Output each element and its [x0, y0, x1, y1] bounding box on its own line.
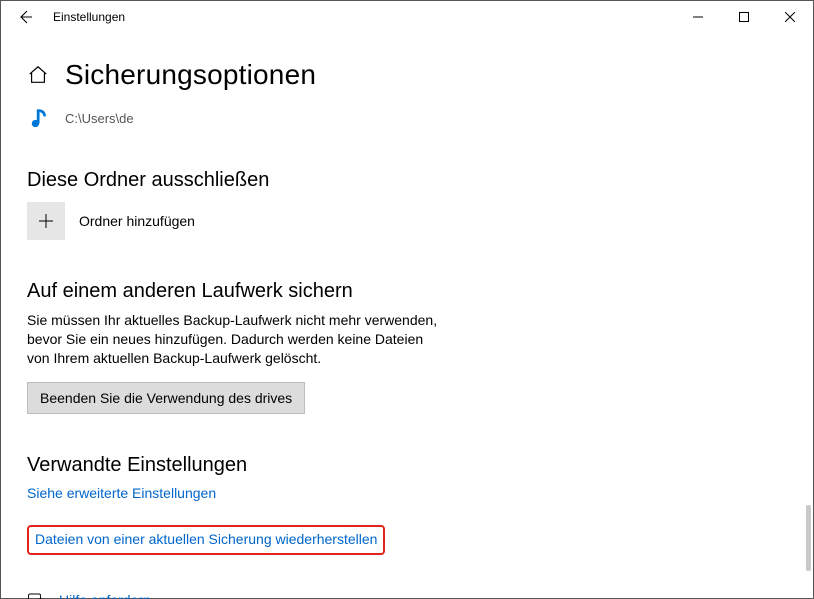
other-drive-desc: Sie müssen Ihr aktuelles Backup-Laufwerk…: [27, 311, 447, 368]
music-note-icon: [29, 107, 51, 129]
add-folder-label: Ordner hinzufügen: [79, 213, 195, 229]
advanced-settings-link[interactable]: Siehe erweiterte Einstellungen: [27, 485, 216, 501]
scrollbar-thumb[interactable]: [806, 505, 811, 571]
other-drive-heading: Auf einem anderen Laufwerk sichern: [27, 280, 787, 303]
arrow-left-icon: [17, 9, 33, 25]
maximize-icon: [739, 12, 749, 22]
minimize-icon: [693, 12, 703, 22]
stop-using-drive-button[interactable]: Beenden Sie die Verwendung des drives: [27, 382, 305, 414]
chat-icon: [27, 591, 45, 599]
minimize-button[interactable]: [675, 1, 721, 33]
close-icon: [785, 12, 795, 22]
window-title: Einstellungen: [49, 10, 125, 24]
home-icon[interactable]: [27, 64, 49, 86]
help-link[interactable]: Hilfe anfordern: [59, 592, 151, 599]
related-heading: Verwandte Einstellungen: [27, 454, 787, 477]
backup-path: C:\Users\de: [65, 111, 134, 126]
page-title: Sicherungsoptionen: [65, 59, 316, 91]
restore-highlight-box: Dateien von einer aktuellen Sicherung wi…: [27, 525, 385, 555]
add-folder-button[interactable]: Ordner hinzufügen: [27, 202, 787, 240]
close-button[interactable]: [767, 1, 813, 33]
plus-icon: [36, 211, 56, 231]
restore-files-link[interactable]: Dateien von einer aktuellen Sicherung wi…: [35, 531, 377, 547]
exclude-heading: Diese Ordner ausschließen: [27, 169, 787, 192]
back-button[interactable]: [1, 1, 49, 33]
maximize-button[interactable]: [721, 1, 767, 33]
